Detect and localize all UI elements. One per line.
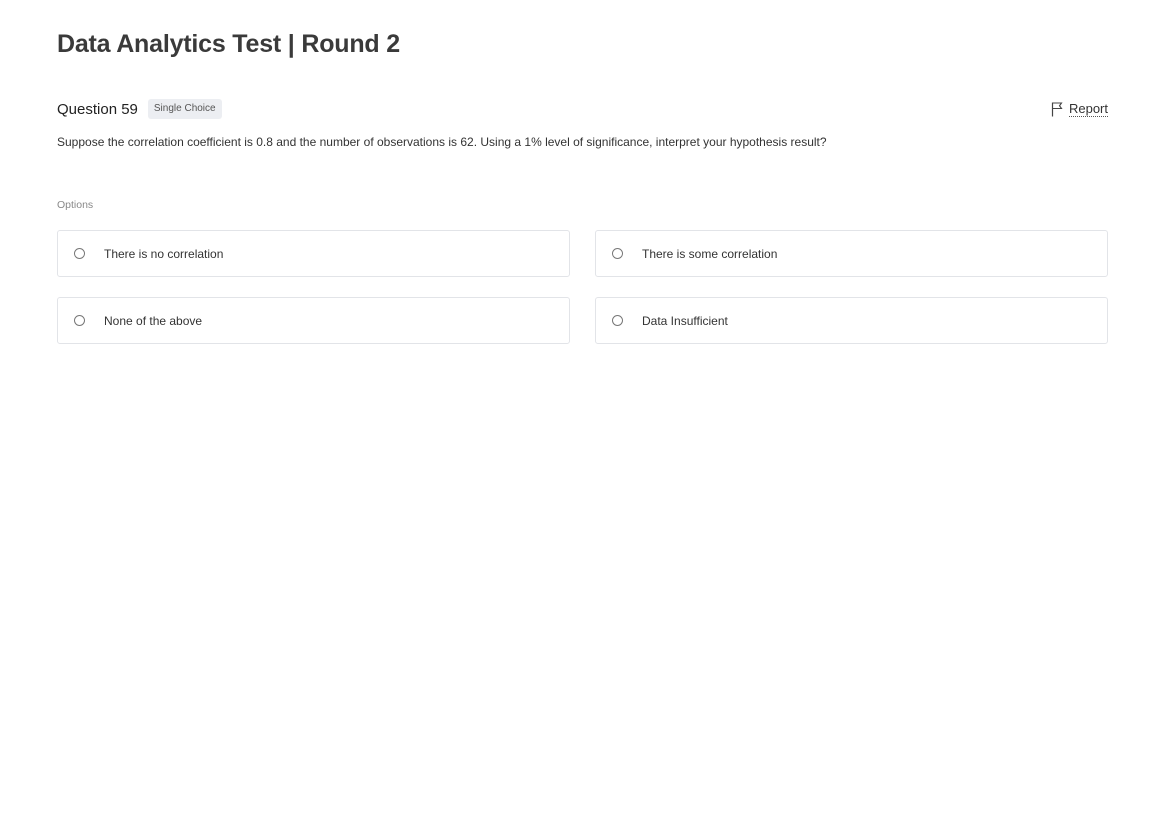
option-card[interactable]: There is no correlation: [57, 230, 570, 277]
option-label: None of the above: [104, 313, 203, 328]
question-header: Question 59 Single Choice Report: [57, 97, 1108, 121]
question-type-badge: Single Choice: [147, 99, 222, 119]
radio-icon[interactable]: [612, 248, 623, 259]
question-page: Data Analytics Test | Round 2 Question 5…: [0, 0, 1150, 830]
radio-icon[interactable]: [74, 248, 85, 259]
option-label: There is no correlation: [104, 246, 224, 261]
radio-icon[interactable]: [74, 315, 85, 326]
question-text: Suppose the correlation coefficient is 0…: [57, 135, 827, 149]
options-list: There is no correlation There is some co…: [57, 230, 1108, 344]
option-card[interactable]: None of the above: [57, 297, 570, 344]
flag-icon: [1051, 101, 1069, 117]
radio-icon[interactable]: [612, 315, 623, 326]
option-label: Data Insufficient: [642, 313, 728, 328]
report-label: Report: [1068, 100, 1108, 117]
options-label: Options: [57, 199, 94, 211]
question-number: Question 59: [57, 100, 138, 118]
test-title: Data Analytics Test | Round 2: [57, 30, 400, 58]
report-button[interactable]: Report: [1051, 100, 1108, 117]
option-label: There is some correlation: [642, 246, 778, 261]
option-card[interactable]: There is some correlation: [595, 230, 1108, 277]
option-card[interactable]: Data Insufficient: [595, 297, 1108, 344]
